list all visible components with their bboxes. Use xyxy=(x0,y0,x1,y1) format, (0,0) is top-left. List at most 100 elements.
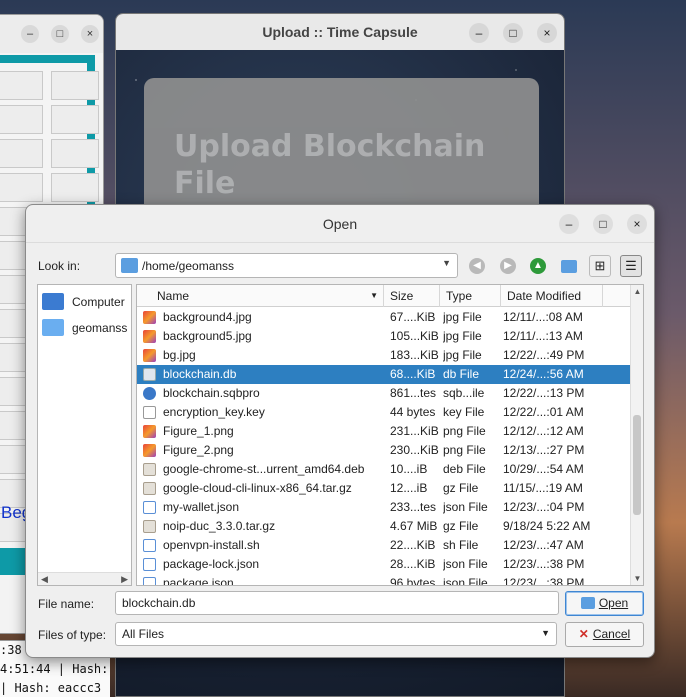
file-size: 183...KiB xyxy=(390,348,439,362)
parent-directory-icon[interactable]: ▲ xyxy=(530,258,546,274)
file-name: Figure_2.png xyxy=(163,443,234,457)
column-type[interactable]: Type xyxy=(440,285,501,307)
grid-button[interactable] xyxy=(51,139,99,168)
scroll-up-icon[interactable]: ▲ xyxy=(631,287,643,296)
minimize-icon[interactable]: – xyxy=(559,214,579,234)
open-button[interactable]: Open xyxy=(565,591,644,616)
file-modified: 9/18/24 5:22 AM xyxy=(503,519,591,533)
file-list-scrollbar[interactable]: ▲ ▼ xyxy=(630,285,643,585)
scroll-down-icon[interactable]: ▼ xyxy=(631,574,643,583)
file-row[interactable]: blockchain.sqbpro 861...tes sqb...ile 12/22… xyxy=(137,384,631,403)
file-modified: 12/24/...:56 AM xyxy=(503,367,584,381)
grid-button[interactable] xyxy=(0,139,43,168)
file-row[interactable]: noip-duc_3.3.0.tar.gz 4.67 MiB gz File 9/18… xyxy=(137,517,631,536)
file-row[interactable]: encryption_key.key 44 bytes key File 12/22/… xyxy=(137,403,631,422)
file-size: 68....KiB xyxy=(390,367,436,381)
grid-button[interactable] xyxy=(0,173,43,202)
file-row[interactable]: background4.jpg 67....KiB jpg File 12/11/..… xyxy=(137,308,631,327)
upload-window-titlebar: Upload :: Time Capsule – □ × xyxy=(116,14,564,50)
column-name[interactable]: Name ▼ xyxy=(151,285,384,307)
column-label: Date Modified xyxy=(507,289,582,303)
grid-button[interactable] xyxy=(0,71,43,100)
file-modified: 12/23/...:47 AM xyxy=(503,538,584,552)
file-name: encryption_key.key xyxy=(163,405,265,419)
open-file-dialog: Open – □ × Look in: /home/geomanss ▼ ◀ ▶… xyxy=(25,204,655,658)
scroll-right-icon[interactable]: ▶ xyxy=(121,573,128,586)
file-type: gz File xyxy=(443,481,479,495)
chevron-down-icon: ▼ xyxy=(442,258,451,268)
minimize-icon[interactable]: – xyxy=(21,25,39,43)
folder-icon xyxy=(121,258,138,273)
file-name-input[interactable]: blockchain.db xyxy=(115,591,559,615)
file-row[interactable]: bg.jpg 183...KiB jpg File 12/22/...:49 PM xyxy=(137,346,631,365)
forward-icon[interactable]: ▶ xyxy=(500,258,516,274)
file-row[interactable]: openvpn-install.sh 22....KiB sh File 12/23/… xyxy=(137,536,631,555)
file-name-row: File name: blockchain.db Open xyxy=(38,591,644,617)
file-row[interactable]: google-chrome-st...urrent_amd64.deb 10...… xyxy=(137,460,631,479)
file-modified: 12/12/...:12 AM xyxy=(503,424,584,438)
icon-view-icon[interactable]: ⊞ xyxy=(589,255,611,277)
sidebar-scrollbar[interactable]: ◀ ▶ xyxy=(38,572,131,585)
maximize-icon[interactable]: □ xyxy=(51,25,69,43)
maximize-icon[interactable]: □ xyxy=(503,23,523,43)
file-row[interactable]: package.json 96 bytes json File 12/23/...:3… xyxy=(137,574,631,586)
file-row[interactable]: Figure_1.png 231...KiB png File 12/12/...:1… xyxy=(137,422,631,441)
close-icon[interactable]: × xyxy=(537,23,557,43)
file-row[interactable]: background5.jpg 105...KiB jpg File 12/11/..… xyxy=(137,327,631,346)
file-name: package-lock.json xyxy=(163,557,260,571)
column-label: Name xyxy=(157,289,190,303)
minimize-icon[interactable]: – xyxy=(469,23,489,43)
sidebar-item-geomanss[interactable]: geomanss xyxy=(42,317,142,339)
detail-view-icon[interactable]: ☰ xyxy=(620,255,642,277)
grid-button[interactable] xyxy=(51,105,99,134)
column-modified[interactable]: Date Modified xyxy=(501,285,603,307)
file-icon xyxy=(143,349,156,362)
file-icon xyxy=(143,425,156,438)
file-icon xyxy=(143,330,156,343)
file-size: 44 bytes xyxy=(390,405,436,419)
file-type-label: Files of type: xyxy=(38,628,107,642)
sidebar-item-computer[interactable]: Computer xyxy=(42,291,142,313)
file-type: db File xyxy=(443,367,480,381)
file-icon xyxy=(143,387,156,400)
file-modified: 12/22/...:13 PM xyxy=(503,386,585,400)
file-row[interactable]: Figure_2.png 230...KiB png File 12/13/...:2… xyxy=(137,441,631,460)
file-list: Name ▼ Size Type Date Modified backgroun… xyxy=(136,284,644,586)
new-folder-button[interactable] xyxy=(558,255,580,277)
grid-button[interactable] xyxy=(51,71,99,100)
file-type-select[interactable]: All Files ▼ xyxy=(115,622,557,646)
file-name: google-cloud-cli-linux-x86_64.tar.gz xyxy=(163,481,352,495)
file-name: openvpn-install.sh xyxy=(163,538,260,552)
window-title: Upload :: Time Capsule xyxy=(262,24,418,40)
file-row[interactable]: package-lock.json 28....KiB json File 12/23… xyxy=(137,555,631,574)
file-modified: 12/22/...:01 AM xyxy=(503,405,584,419)
back-icon[interactable]: ◀ xyxy=(469,258,485,274)
file-list-header: Name ▼ Size Type Date Modified xyxy=(137,285,631,307)
file-type: jpg File xyxy=(443,348,482,362)
file-type: png File xyxy=(443,424,486,438)
file-size: 233...tes xyxy=(390,500,437,514)
chevron-down-icon: ▼ xyxy=(541,628,550,638)
file-type-row: Files of type: All Files ▼ ✕ Cancel xyxy=(38,622,644,648)
file-icon xyxy=(143,558,156,571)
close-icon[interactable]: × xyxy=(81,25,99,43)
scroll-left-icon[interactable]: ◀ xyxy=(41,573,48,586)
file-size: 231...KiB xyxy=(390,424,439,438)
left-window-titlebar: – □ × xyxy=(0,15,103,53)
grid-button[interactable] xyxy=(0,105,43,134)
grid-button[interactable] xyxy=(51,173,99,202)
scroll-thumb[interactable] xyxy=(633,415,641,515)
column-size[interactable]: Size xyxy=(384,285,440,307)
maximize-icon[interactable]: □ xyxy=(593,214,613,234)
file-icon xyxy=(143,501,156,514)
file-type: jpg File xyxy=(443,310,482,324)
file-name: background5.jpg xyxy=(163,329,252,343)
close-icon[interactable]: × xyxy=(627,214,647,234)
look-in-combo[interactable]: /home/geomanss ▼ xyxy=(115,253,458,278)
file-modified: 12/11/...:13 AM xyxy=(503,329,583,343)
cancel-button[interactable]: ✕ Cancel xyxy=(565,622,644,647)
file-size: 96 bytes xyxy=(390,576,436,586)
file-row[interactable]: blockchain.db 68....KiB db File 12/24/...:5… xyxy=(137,365,631,384)
file-row[interactable]: my-wallet.json 233...tes json File 12/23/..… xyxy=(137,498,631,517)
file-row[interactable]: google-cloud-cli-linux-x86_64.tar.gz 12..… xyxy=(137,479,631,498)
